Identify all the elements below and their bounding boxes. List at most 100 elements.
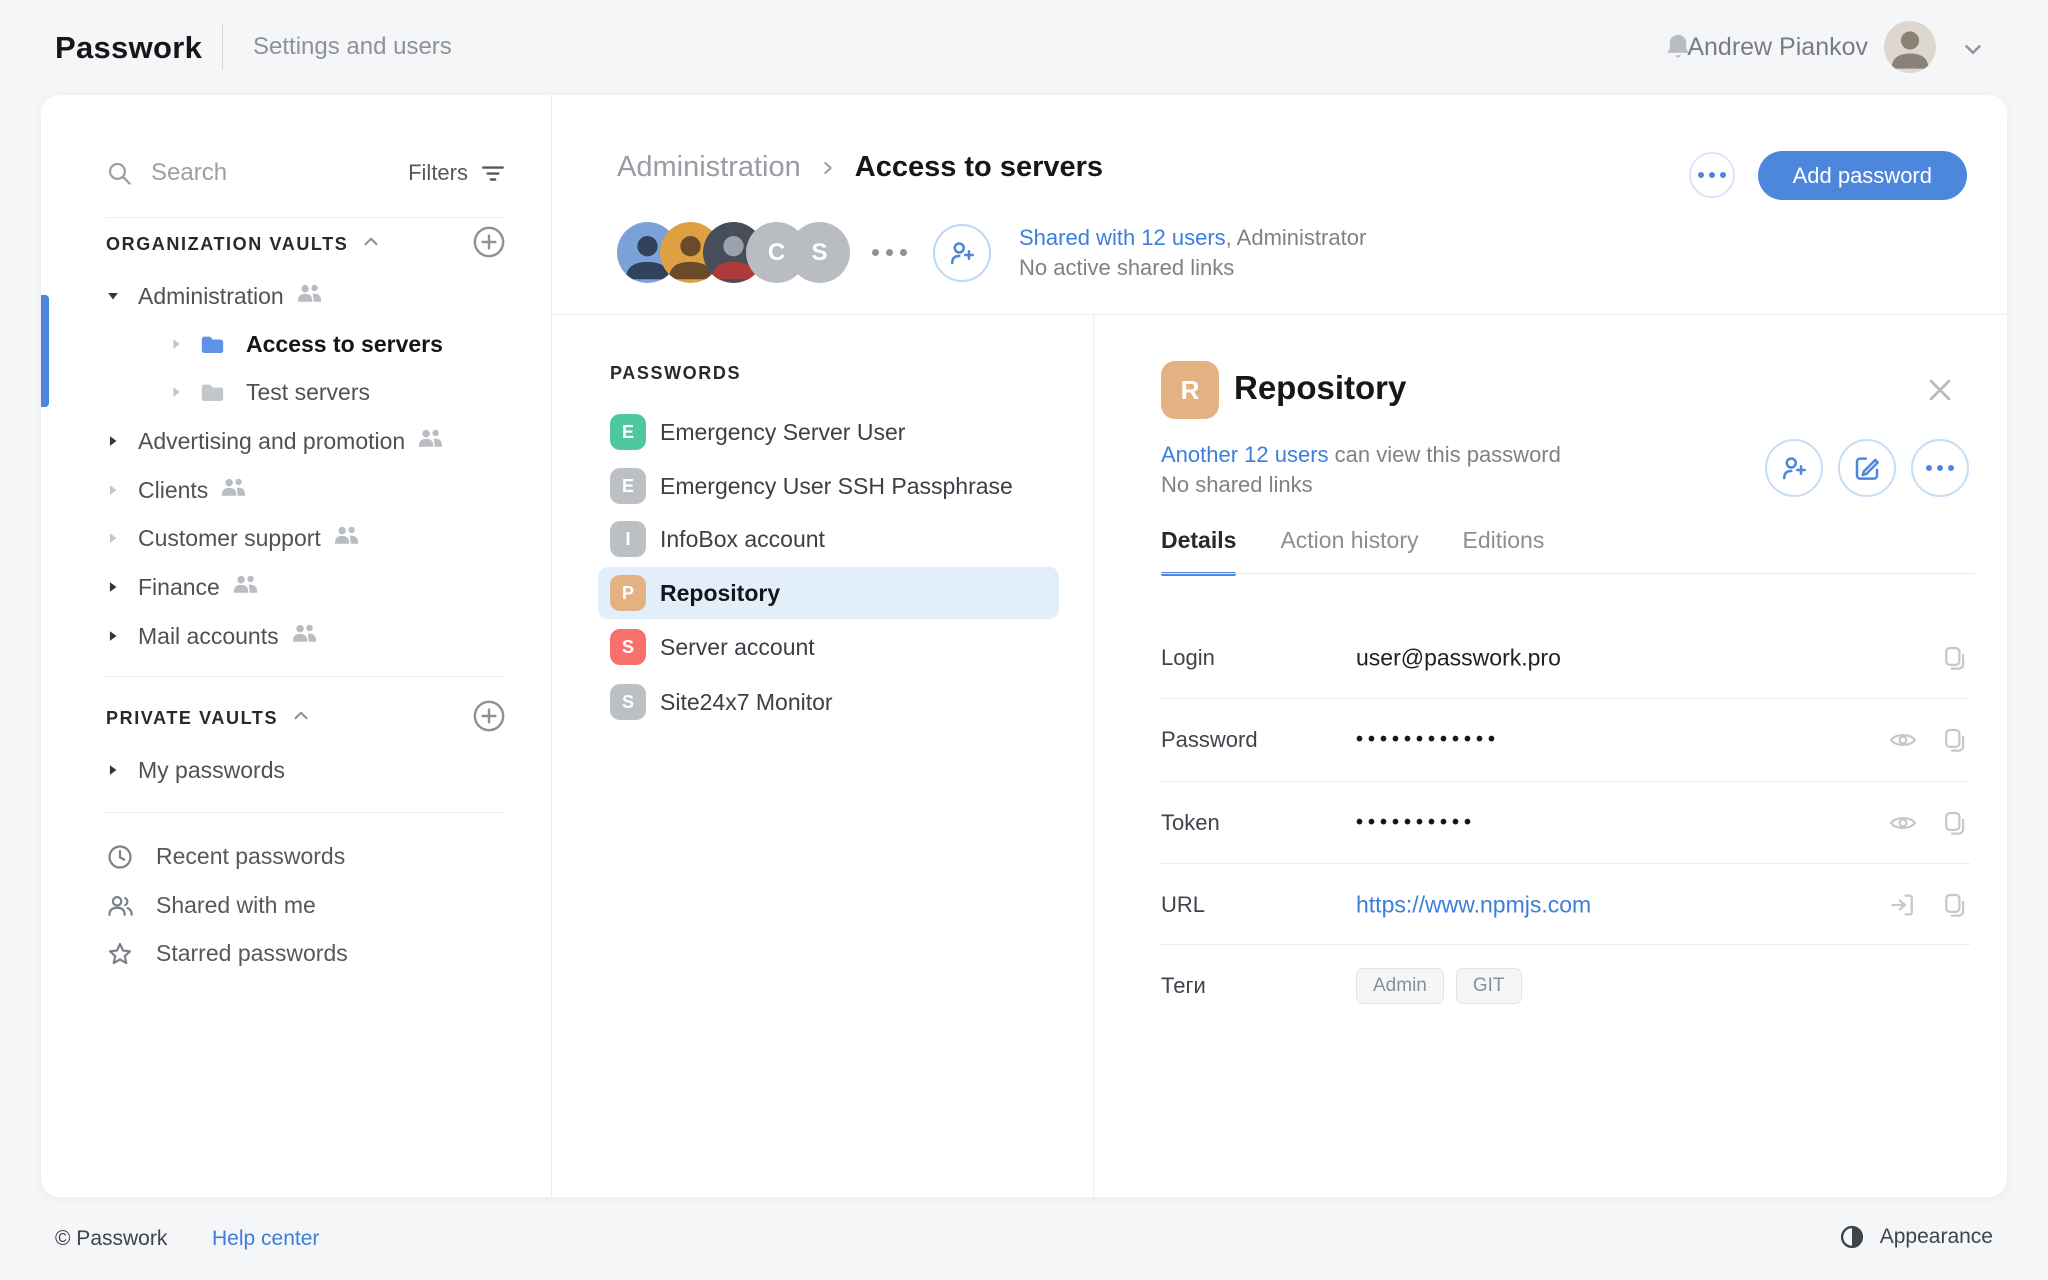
share-password-button[interactable]: [1765, 439, 1823, 497]
tree-collapsed-arrow-icon[interactable]: [106, 483, 120, 497]
user-menu-chevron-down-icon[interactable]: [1960, 36, 1986, 62]
vault-label: Mail accounts: [138, 623, 279, 650]
vault-label: Clients: [138, 477, 208, 504]
tree-collapsed-arrow-icon[interactable]: [106, 629, 120, 643]
viewers-suffix: can view this password: [1329, 442, 1561, 467]
tag-chip[interactable]: Admin: [1356, 968, 1444, 1004]
vault-label: Finance: [138, 574, 220, 601]
collapse-chevron-up-icon[interactable]: [290, 705, 312, 732]
password-item-label: Emergency Server User: [660, 419, 905, 446]
password-initial-badge: S: [610, 629, 646, 665]
tree-collapsed-arrow-icon[interactable]: [106, 434, 120, 448]
organization-vaults-header: ORGANIZATION VAULTS: [106, 227, 506, 261]
sidebar-item-advertising-and-promotion[interactable]: Advertising and promotion: [106, 417, 506, 465]
password-more-actions-button[interactable]: [1911, 439, 1969, 497]
search-input[interactable]: [151, 159, 408, 187]
sidebar-item-my-passwords[interactable]: My passwords: [106, 746, 506, 794]
tab-action-history[interactable]: Action history: [1280, 527, 1418, 576]
edit-password-button[interactable]: [1838, 439, 1896, 497]
add-private-vault-button[interactable]: [472, 699, 506, 738]
copy-icon[interactable]: [1940, 725, 1970, 755]
share-row: C S Shared with 12 users, Administrator …: [617, 222, 1366, 283]
sidebar-item-mail-accounts[interactable]: Mail accounts: [106, 612, 506, 660]
detail-tabs: Details Action history Editions: [1161, 527, 1544, 576]
filters-button[interactable]: Filters: [408, 160, 506, 186]
shared-user-avatar-initial[interactable]: S: [789, 222, 850, 283]
breadcrumb-administration[interactable]: Administration: [617, 151, 801, 184]
tree-collapsed-arrow-icon[interactable]: [169, 385, 183, 399]
eye-icon[interactable]: [1888, 808, 1918, 838]
sidebar-item-finance[interactable]: Finance: [106, 563, 506, 611]
sidebar-item-recent-passwords[interactable]: Recent passwords: [106, 832, 506, 881]
sidebar-item-shared-with-me[interactable]: Shared with me: [106, 881, 506, 930]
folder-more-actions-button[interactable]: [1689, 152, 1735, 198]
nav-settings-and-users[interactable]: Settings and users: [253, 33, 452, 61]
copy-icon[interactable]: [1940, 643, 1970, 673]
sidebar-item-clients[interactable]: Clients: [106, 466, 506, 514]
password-detail-panel: R Repository Another 12 users can view t…: [1094, 315, 2007, 1197]
shared-with-users-link[interactable]: Shared with 12 users: [1019, 225, 1226, 250]
password-item-repository[interactable]: P Repository: [598, 567, 1059, 619]
collapse-chevron-up-icon[interactable]: [360, 231, 382, 258]
password-item-emergency-server-user[interactable]: E Emergency Server User: [598, 406, 1059, 458]
appearance-toggle[interactable]: Appearance: [1838, 1223, 1993, 1251]
password-item-site24x7-monitor[interactable]: S Site24x7 Monitor: [598, 676, 1059, 728]
invite-user-button[interactable]: [933, 224, 991, 282]
filter-icon: [480, 160, 506, 186]
tag-chip[interactable]: GIT: [1456, 968, 1522, 1004]
tree-collapsed-arrow-icon[interactable]: [106, 580, 120, 594]
help-center-link[interactable]: Help center: [212, 1227, 319, 1251]
detail-title: Repository: [1234, 369, 1406, 407]
open-link-icon[interactable]: [1888, 890, 1918, 920]
folder-blue-icon: [197, 331, 228, 358]
tree-expanded-arrow-icon[interactable]: [106, 289, 120, 303]
password-initial-badge: S: [610, 684, 646, 720]
url-link[interactable]: https://www.npmjs.com: [1356, 892, 1591, 919]
another-users-link[interactable]: Another 12 users: [1161, 442, 1329, 467]
login-value: user@passwork.pro: [1356, 645, 1561, 672]
more-users-ellipsis-icon[interactable]: [872, 249, 907, 256]
tree-collapsed-arrow-icon[interactable]: [106, 763, 120, 777]
copy-icon[interactable]: [1940, 890, 1970, 920]
shared-people-icon: [417, 427, 444, 455]
password-item-label: InfoBox account: [660, 526, 825, 553]
copy-icon[interactable]: [1940, 808, 1970, 838]
tree-collapsed-arrow-icon[interactable]: [169, 337, 183, 351]
password-initial-badge: E: [610, 414, 646, 450]
tab-details[interactable]: Details: [1161, 527, 1236, 576]
search-row: Filters: [106, 148, 506, 198]
sidebar-item-administration[interactable]: Administration: [106, 272, 506, 320]
sidebar-item-test-servers[interactable]: Test servers: [106, 368, 506, 416]
share-summary: Shared with 12 users, Administrator No a…: [1019, 223, 1366, 283]
password-item-emergency-user-ssh-passphrase[interactable]: E Emergency User SSH Passphrase: [598, 460, 1059, 512]
field-label: Login: [1161, 645, 1215, 671]
breadcrumb-access-to-servers: Access to servers: [855, 151, 1103, 184]
edit-pencil-icon: [1852, 453, 1882, 483]
field-label: URL: [1161, 892, 1205, 918]
user-avatar[interactable]: [1884, 21, 1936, 73]
add-password-button[interactable]: Add password: [1758, 151, 1967, 200]
content-header: Administration Access to servers C S S: [552, 95, 2007, 315]
password-item-infobox-account[interactable]: I InfoBox account: [598, 513, 1059, 565]
user-name[interactable]: Andrew Piankov: [1687, 33, 1868, 62]
sidebar-item-starred-passwords[interactable]: Starred passwords: [106, 929, 506, 978]
organization-vaults-title: ORGANIZATION VAULTS: [106, 234, 348, 255]
eye-icon[interactable]: [1888, 725, 1918, 755]
tree-collapsed-arrow-icon[interactable]: [106, 531, 120, 545]
sidebar-item-customer-support[interactable]: Customer support: [106, 514, 506, 562]
vault-label: Customer support: [138, 525, 321, 552]
sidebar-item-access-to-servers[interactable]: Access to servers: [106, 320, 506, 368]
close-icon[interactable]: [1922, 372, 1958, 408]
private-vaults-header: PRIVATE VAULTS: [106, 701, 506, 735]
shared-people-icon: [291, 622, 318, 650]
add-org-vault-button[interactable]: [472, 225, 506, 264]
vault-label: Administration: [138, 283, 284, 310]
sidebar-divider: [106, 812, 506, 813]
tab-editions[interactable]: Editions: [1463, 527, 1545, 576]
quick-link-label: Shared with me: [156, 892, 316, 919]
password-initial-badge: I: [610, 521, 646, 557]
vault-label: My passwords: [138, 757, 285, 784]
password-item-server-account[interactable]: S Server account: [598, 621, 1059, 673]
field-label: Теги: [1161, 973, 1206, 999]
password-item-label: Server account: [660, 634, 815, 661]
